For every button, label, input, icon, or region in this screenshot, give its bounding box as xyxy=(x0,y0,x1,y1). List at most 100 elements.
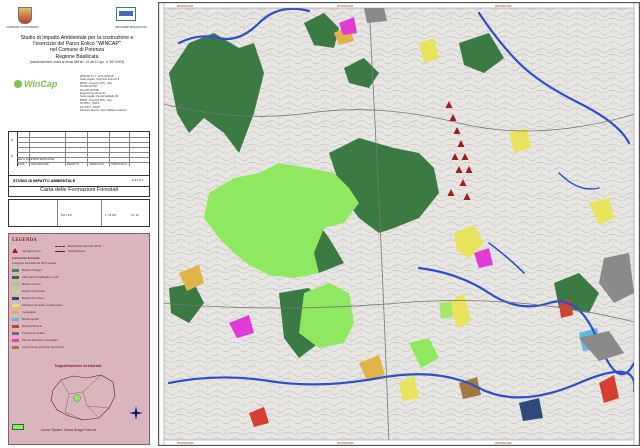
turbine-triangle-icon xyxy=(12,248,18,253)
legend-label: Arbusteti termofili e mediterranei xyxy=(22,303,63,307)
title-subtitle: (autorizzazione unica ai sensi dell'art.… xyxy=(29,59,125,64)
legend-panel: LEGENDA Aerogeneratori Formazioni Forest… xyxy=(8,233,150,445)
legend-swatch xyxy=(12,310,19,314)
grid-label: 2572000.000 xyxy=(337,440,354,445)
legend-label: Boschi igrofili xyxy=(22,317,39,321)
map-canvas[interactable] xyxy=(159,3,639,445)
legend-swatch xyxy=(12,289,19,293)
logos-row: COMUNE DI POTENZA REGIONE BASILICATA xyxy=(4,3,150,33)
table-divider xyxy=(65,132,66,166)
sheet-format: 594 x 841 xyxy=(61,214,72,217)
right-logo-caption: REGIONE BASILICATA xyxy=(115,25,147,29)
drawing-title: Carta delle Formazioni Forestali xyxy=(40,187,118,193)
municipality-crest-icon xyxy=(18,7,32,24)
legend-label: Boschi di cerro xyxy=(22,282,41,286)
shrub-patch xyxy=(439,301,453,319)
legend-label: Boschi di conifere xyxy=(22,296,45,300)
column-header: DESCRIZIONE xyxy=(31,163,49,166)
legend-label: Aree boscate percorse da incendi xyxy=(22,345,64,349)
legend-item: Boschi di roverella xyxy=(12,289,45,294)
legend-label: Sottostazione xyxy=(68,249,85,253)
legend-label: Rimboschimenti xyxy=(22,324,42,328)
legend-swatch xyxy=(12,268,19,272)
legend-label: Boschi di roverella xyxy=(22,289,45,293)
company-address: WINCAP S.r.l. - EYA GROUP Sede Legale: V… xyxy=(80,75,146,112)
legend-label: Pascoli arborati e cespugliati xyxy=(22,338,58,342)
frame-left xyxy=(159,3,165,445)
table-divider xyxy=(57,200,58,226)
legend-swatch xyxy=(12,275,19,279)
frame-right xyxy=(633,3,639,445)
inset-legend-swatch xyxy=(12,424,24,430)
revision-description: PRIMA EMISSIONE xyxy=(31,158,55,161)
grid-label: 2570000.000 xyxy=(177,3,194,8)
grid-label: 2572000.000 xyxy=(337,3,354,8)
legend-label: Formazioni riparie xyxy=(22,331,45,335)
table-divider xyxy=(101,200,102,226)
legend-swatch xyxy=(12,338,19,342)
frame-bottom xyxy=(159,439,639,445)
legend-right-column: Elettrodotto interrato 36 kV Sottostazio… xyxy=(55,244,101,254)
legend-label: Boschi di faggio xyxy=(22,268,42,272)
legend-item: Pascoli arborati e cespugliati xyxy=(12,338,58,343)
legend-item: Aree boscate percorse da incendi xyxy=(12,345,64,350)
revision-date: Marzo 2012 xyxy=(18,158,32,161)
forest-patch xyxy=(299,283,354,348)
legend-line-item: Sottostazione xyxy=(55,249,101,254)
grid-label: 2574000.000 xyxy=(495,440,512,445)
legend-label: Aerogeneratori xyxy=(22,249,41,253)
column-header: VERIFICATO xyxy=(89,163,105,166)
legend-forest-subheading: Categorie Forestali del IFN Lucania xyxy=(12,261,56,265)
legend-swatch xyxy=(12,317,19,321)
legend-swatch xyxy=(12,345,19,349)
table-divider xyxy=(109,132,110,166)
legend-item: Boschi di faggio xyxy=(12,268,42,273)
region-logo-icon xyxy=(116,7,136,21)
legend-swatch xyxy=(12,331,19,335)
legend-item: Rimboschimenti xyxy=(12,324,42,329)
left-logo-caption: COMUNE DI POTENZA xyxy=(6,25,39,29)
revision-table: Marzo 2012 PRIMA EMISSIONE DATA DESCRIZI… xyxy=(17,132,149,166)
column-header: DATA xyxy=(18,163,25,166)
legend-swatch xyxy=(12,282,19,286)
legend-label: Altri boschi di latifoglie e misti xyxy=(22,275,59,279)
table-divider xyxy=(87,132,88,166)
legend-item: Formazioni riparie xyxy=(12,331,44,336)
map-area[interactable]: 2570000.000 2572000.000 2574000.000 2570… xyxy=(158,2,640,446)
sheet-scale: 1 : 25.000 xyxy=(105,214,117,217)
legend-heading: LEGENDA xyxy=(12,238,37,243)
dashed-line-icon xyxy=(55,245,65,247)
legend-swatch xyxy=(12,324,19,328)
legend-item: Boschi di cerro xyxy=(12,282,41,287)
title-block: 0 A Marzo 2012 PRIMA EMISSIONE DATA DESC… xyxy=(8,131,150,197)
info-panel: COMUNE DI POTENZA REGIONE BASILICATA Stu… xyxy=(4,3,150,445)
sheet-info-box: 594 x 841 1 : 25.000 01 / 01 xyxy=(8,199,150,227)
wincap-logo: WinCap xyxy=(14,79,57,89)
legend-item: Cespuglieti xyxy=(12,310,36,315)
document-code: A.17.3.1 xyxy=(131,178,143,182)
legend-swatch xyxy=(12,303,19,307)
legend-item: Arbusteti termofili e mediterranei xyxy=(12,303,62,308)
coordinate-system: Coord. System: Gauss Boaga Fuso est xyxy=(41,428,97,432)
legend-label: Cespuglieti xyxy=(22,310,36,314)
drawing-sheet: COMUNE DI POTENZA REGIONE BASILICATA Stu… xyxy=(0,0,640,448)
project-title: Studio di Impatto Ambientale per la cost… xyxy=(6,35,148,64)
legend-label: Elettrodotto interrato 36 kV xyxy=(68,244,102,248)
legend-item: Boschi di conifere xyxy=(12,296,44,301)
north-arrow-icon xyxy=(129,406,143,420)
grid-label: 2574000.000 xyxy=(495,3,512,8)
column-header: APPROVATO xyxy=(111,163,127,166)
legend-item: Boschi igrofili xyxy=(12,317,38,322)
grid-label: 2570000.000 xyxy=(177,440,194,445)
revision-mark: A xyxy=(11,154,14,158)
legend-turbine: Aerogeneratori xyxy=(12,248,41,253)
solid-line-icon xyxy=(55,250,65,252)
inset-map xyxy=(50,374,116,421)
inset-heading: Inquadramento territoriale xyxy=(55,363,102,368)
table-divider xyxy=(129,132,130,166)
column-header: REDATTO xyxy=(67,163,80,166)
town xyxy=(364,8,387,23)
legend-item: Altri boschi di latifoglie e misti xyxy=(12,275,59,280)
revision-mark: 0 xyxy=(11,138,13,142)
legend-swatch xyxy=(12,296,19,300)
